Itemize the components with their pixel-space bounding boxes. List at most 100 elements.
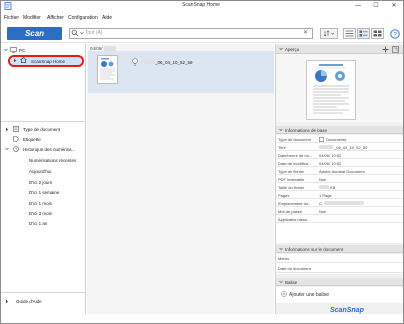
info-key: Emplacement du... <box>278 200 312 206</box>
collapse-chevron-icon[interactable] <box>279 280 283 284</box>
info-row: Pages 1 Page <box>276 191 403 199</box>
redacted-text <box>319 145 333 149</box>
window-title: ScanSnap Home <box>182 2 220 8</box>
search-clear-icon[interactable]: ✕ <box>303 29 308 36</box>
document-icon <box>319 136 324 142</box>
search-scope-chevron-icon[interactable] <box>80 31 84 35</box>
preview-page[interactable] <box>306 60 356 120</box>
info-value: 04/06/ 10:52 <box>319 160 342 166</box>
doc-info-table: Mémo Date du document <box>276 254 403 274</box>
info-row: Type de fichier Adobe Acrobat Document <box>276 167 403 175</box>
help-icon[interactable]: ? <box>390 29 400 39</box>
unread-bulb-icon <box>132 58 138 66</box>
expand-arrow-icon[interactable] <box>5 127 9 132</box>
info-key: Date du document <box>278 265 311 271</box>
collapse-chevron-icon[interactable] <box>5 147 9 151</box>
history-item[interactable]: D'ici 1 mois <box>29 201 52 206</box>
menu-help[interactable]: Aide <box>102 15 112 21</box>
info-row: Titre _06_04_10_52_59 <box>276 143 403 151</box>
menu-configuration[interactable]: Configuration <box>68 15 98 21</box>
info-row: Mot de passe Non <box>276 207 403 215</box>
info-value: Adobe Acrobat Document <box>319 168 365 174</box>
close-button[interactable]: ✕ <box>386 1 402 11</box>
history-item[interactable]: D'ici 1 an <box>29 221 47 226</box>
menu-edit[interactable]: Modifier <box>23 15 41 21</box>
maximize-button[interactable]: ☐ <box>368 1 384 11</box>
info-key: Date de modifica... <box>278 160 312 166</box>
collapse-chevron-icon[interactable] <box>279 247 283 251</box>
info-value: 04/06/ 10:52 <box>319 152 342 158</box>
scansnap-brand-logo: ScanSnap <box>330 307 364 314</box>
document-name[interactable]: _06_04_10_52_59 <box>155 60 193 65</box>
minimize-button[interactable]: — <box>350 1 366 11</box>
history-item[interactable]: D'ici 1 semaine <box>29 190 59 195</box>
sidebar-item-document-type[interactable]: Type de document <box>23 127 60 132</box>
info-row[interactable]: Mémo <box>276 254 403 263</box>
history-item[interactable]: Aujourd'hui <box>29 169 51 174</box>
search-input[interactable] <box>69 28 313 39</box>
info-key: Type de document <box>278 136 311 142</box>
info-key: Application asso... <box>278 216 311 222</box>
doc-info-title: Informations sur le document <box>285 246 344 252</box>
add-tag-button[interactable]: Ajouter une balise <box>289 292 329 298</box>
preview-title: Aperçu <box>285 47 300 52</box>
history-item[interactable]: D'ici 2 jours <box>29 180 52 185</box>
thumbnail-view-icon <box>373 30 382 37</box>
sidebar-item-pc[interactable]: PC <box>19 48 25 53</box>
info-row: Date de modifica... 04/06/ 10:52 <box>276 159 403 167</box>
info-row: Taille du fichier KB <box>276 183 403 191</box>
history-clock-icon <box>13 146 19 152</box>
tag-icon <box>13 136 19 142</box>
info-value: Non <box>319 208 327 214</box>
collapse-chevron-icon[interactable] <box>279 47 283 51</box>
document-thumbnail[interactable] <box>97 55 118 84</box>
expand-chevron-icon[interactable] <box>4 48 8 52</box>
sidebar-item-scan-history[interactable]: Historique des numérisa... <box>23 147 75 152</box>
detail-view-icon <box>359 30 368 37</box>
sidebar-item-tag[interactable]: Etiquette <box>23 137 41 142</box>
info-key: Pages <box>278 192 290 198</box>
info-row: Emplacement du... C: <box>276 199 403 207</box>
info-key: Titre <box>278 144 286 150</box>
scan-button[interactable]: Scan <box>7 27 62 40</box>
info-key: Date/heure de nu... <box>278 152 313 158</box>
search-placeholder: Tout (A) <box>85 30 103 36</box>
add-icon[interactable] <box>281 291 287 297</box>
expand-arrow-icon[interactable] <box>13 58 17 63</box>
home-icon <box>20 57 27 63</box>
expand-arrow-icon[interactable] <box>5 299 9 304</box>
info-key: PDF indexable <box>278 176 305 182</box>
computer-icon <box>10 47 17 53</box>
thumbnail-image <box>100 58 115 80</box>
sidebar-item-help-guide[interactable]: Guide d'Aide <box>16 299 42 304</box>
info-value[interactable]: Documents <box>326 137 346 142</box>
history-item[interactable]: Numérisations récentes <box>29 158 76 163</box>
sidebar-item-scansnap-home[interactable]: ScanSnap Home <box>31 59 65 64</box>
history-item[interactable]: D'ici 3 mois <box>29 211 52 216</box>
sidebar-divider <box>1 121 86 122</box>
redacted-text <box>141 60 155 64</box>
expand-panel-icon[interactable] <box>392 46 399 53</box>
document-type-icon <box>13 126 19 132</box>
info-row: PDF indexable Non <box>276 175 403 183</box>
info-row: Type de document Documents <box>276 135 403 143</box>
info-key: Mémo <box>278 255 290 261</box>
info-key: Type de fichier <box>278 168 305 174</box>
info-value: 1 Page <box>319 192 332 198</box>
info-value[interactable]: _06_04_10_52_59 <box>334 145 367 150</box>
sidebar-divider <box>1 292 86 293</box>
info-value[interactable]: C: <box>319 201 323 206</box>
info-value: KB <box>330 184 336 190</box>
basic-info-table: Type de document Documents Titre _06_04_… <box>276 135 403 243</box>
info-row[interactable]: Date du document <box>276 264 403 273</box>
info-row: Application asso... <box>276 215 403 223</box>
collapse-chevron-icon[interactable] <box>279 128 283 132</box>
search-icon <box>71 29 79 37</box>
menu-file[interactable]: Fichier <box>4 15 19 21</box>
info-value: Non <box>319 176 327 182</box>
basic-info-title: Informations de base <box>285 127 328 133</box>
zoom-in-icon[interactable] <box>382 46 389 53</box>
info-key: Taille du fichier <box>278 184 305 190</box>
info-row: Date/heure de nu... 04/06/ 10:52 <box>276 151 403 159</box>
menu-view[interactable]: Afficher <box>47 15 64 21</box>
